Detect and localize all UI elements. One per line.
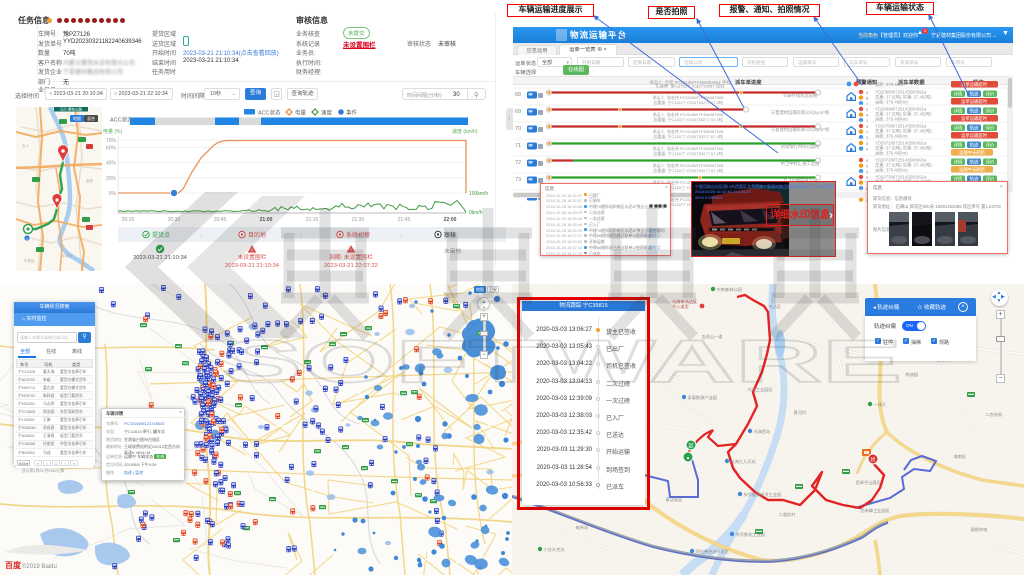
- svg-text:二东农机: 二东农机: [986, 411, 1004, 418]
- svg-text:物流园: 物流园: [906, 371, 919, 378]
- svg-text:五虎山一道: 五虎山一道: [702, 333, 724, 340]
- svg-text:一线天: 一线天: [874, 401, 887, 408]
- svg-text:乌达区: 乌达区: [769, 303, 782, 310]
- svg-text:黄河村: 黄河村: [794, 409, 807, 416]
- svg-text:泰达煤业: 泰达煤业: [666, 496, 683, 503]
- svg-text:乌海西站: 乌海西站: [754, 428, 771, 435]
- svg-text:乌达工业园区: 乌达工业园区: [748, 386, 773, 393]
- svg-text:电所沟: 电所沟: [576, 524, 589, 531]
- svg-text:起: 起: [688, 444, 693, 450]
- svg-text:海南区: 海南区: [954, 453, 967, 460]
- svg-text:西来峰工业园区: 西来峰工业园区: [861, 507, 890, 514]
- svg-text:庆华能源经济工业园: 庆华能源经济工业园: [744, 491, 782, 498]
- svg-text:阿拉善经济开发区: 阿拉善经济开发区: [696, 548, 730, 555]
- svg-text:●: ●: [686, 456, 689, 462]
- svg-text:©2019 Baidu: ©2019 Baidu: [22, 563, 57, 570]
- svg-text:二道坎村: 二道坎村: [779, 511, 797, 518]
- svg-text:百度: 百度: [5, 560, 22, 570]
- svg-text:银根热电: 银根热电: [971, 526, 989, 533]
- svg-text:家泰数源产业园: 家泰数源产业园: [688, 394, 717, 401]
- svg-text:乌海九九天站: 乌海九九天站: [731, 458, 756, 465]
- svg-text:终: 终: [870, 457, 875, 464]
- svg-text:小仓头克沟: 小仓头克沟: [544, 546, 565, 553]
- svg-text:西卓子山煤区: 西卓子山煤区: [856, 479, 881, 486]
- svg-text:中央森林公园: 中央森林公园: [717, 286, 742, 293]
